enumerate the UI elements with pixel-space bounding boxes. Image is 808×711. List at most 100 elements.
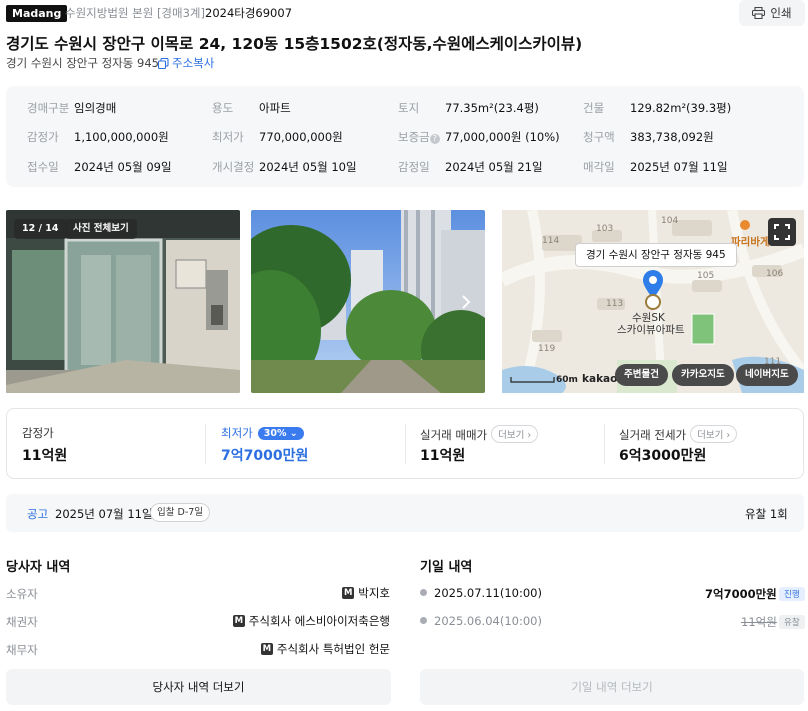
party-role-owner: 소유자 xyxy=(6,587,38,601)
place-name-sub: 스카이뷰아파트 xyxy=(617,324,685,336)
info-value-minimum: 770,000,000원 xyxy=(259,130,343,144)
building-number: 105 xyxy=(697,271,715,281)
party-owner: M 박지호 xyxy=(342,585,390,601)
trade-price-label-text: 실거래 매매가 xyxy=(420,428,488,442)
print-label: 인쇄 xyxy=(770,6,792,20)
info-label-deposit[interactable]: 보증금? xyxy=(398,129,440,145)
lease-price-more-button[interactable]: 더보기 › xyxy=(690,425,738,443)
info-value-received: 2024년 05월 09일 xyxy=(74,160,172,174)
next-photo-icon[interactable] xyxy=(461,294,471,310)
building-number: 114 xyxy=(542,236,560,246)
schedule-date: 2025.07.11(10:00) xyxy=(434,586,542,600)
building-number: 104 xyxy=(661,216,679,226)
fullscreen-button[interactable] xyxy=(768,218,796,246)
lease-price-label-text: 실거래 전세가 xyxy=(619,428,687,442)
schedule-dot-icon xyxy=(420,589,427,596)
jibun-address: 경기 수원시 장안구 정자동 945 xyxy=(6,56,159,70)
appraisal-price-label: 감정가 xyxy=(22,426,54,440)
minimum-price-value: 7억7000만원 xyxy=(221,448,309,464)
poi-name: 파리바게 xyxy=(731,236,770,248)
divider xyxy=(604,424,605,464)
parties-more-button[interactable]: 당사자 내역 더보기 xyxy=(6,669,391,705)
property-photo-exterior[interactable] xyxy=(251,210,485,393)
info-value-appraisal: 1,100,000,000원 xyxy=(74,130,169,144)
status-badge: 유찰 xyxy=(779,615,805,629)
party-creditor: M 주식회사 에스비아이저축은행 xyxy=(232,613,390,629)
info-value-type: 임의경매 xyxy=(74,101,117,115)
building-number: 103 xyxy=(596,224,614,234)
info-label-appraisal-date: 감정일 xyxy=(398,160,430,174)
copy-address-button[interactable]: 주소복사 xyxy=(158,55,214,71)
more-label: 더보기 xyxy=(697,430,724,441)
masked-name-icon: M xyxy=(342,587,355,599)
print-button[interactable]: 인쇄 xyxy=(739,0,805,26)
divider xyxy=(205,424,206,464)
party-role-debtor: 채무자 xyxy=(6,643,38,657)
info-label-usage: 용도 xyxy=(212,101,234,115)
lease-price-value: 6억3000만원 xyxy=(619,448,707,464)
view-all-photos-button[interactable]: 사진 전체보기 xyxy=(65,219,137,239)
printer-icon xyxy=(752,7,766,19)
schedule-date: 2025.06.04(10:00) xyxy=(434,614,542,628)
more-label: 더보기 xyxy=(498,430,525,441)
info-value-usage: 아파트 xyxy=(259,101,291,115)
map-scale: 60m xyxy=(556,375,578,385)
info-value-claim: 383,738,092원 xyxy=(630,130,714,144)
info-value-land: 77.35m²(23.4평) xyxy=(445,101,539,115)
info-value-deposit: 77,000,000원 (10%) xyxy=(445,130,560,144)
notice-date: 2025년 07월 11일 xyxy=(55,507,153,521)
info-label-sale-date: 매각일 xyxy=(583,160,615,174)
bakery-poi-icon xyxy=(740,220,750,230)
schedule-more-button[interactable]: 기일 내역 더보기 xyxy=(420,669,804,705)
apartment-marker-icon xyxy=(645,294,661,310)
discount-badge: 30% ⌄ xyxy=(257,427,304,440)
info-value-commencement: 2024년 05월 10일 xyxy=(259,160,357,174)
site-logo[interactable]: Madang xyxy=(6,5,68,22)
deposit-label-text: 보증금 xyxy=(398,130,430,144)
party-owner-name: 박지호 xyxy=(358,586,390,600)
trade-price-value: 11억원 xyxy=(420,448,466,464)
info-label-claim: 청구액 xyxy=(583,130,615,144)
trade-price-more-button[interactable]: 더보기 › xyxy=(491,425,539,443)
discount-badge-text: 30% xyxy=(263,428,287,439)
info-label-land: 토지 xyxy=(398,101,420,115)
building-number: 113 xyxy=(606,299,624,309)
kakao-logo: kakao xyxy=(582,373,618,385)
nearby-listings-button[interactable]: 주변물건 xyxy=(615,364,668,386)
info-label-commencement: 개시결정 xyxy=(212,160,255,174)
property-title: 경기도 수원시 장안구 이목로 24, 120동 15층1502호(정자동,수원… xyxy=(6,35,583,53)
masked-name-icon: M xyxy=(232,615,245,627)
info-value-appraisal-date: 2024년 05월 21일 xyxy=(445,160,543,174)
schedule-section-title: 기일 내역 xyxy=(420,560,473,575)
info-value-building: 129.82m²(39.3평) xyxy=(630,101,732,115)
notice-label: 공고 xyxy=(27,507,49,521)
party-role-creditor: 채권자 xyxy=(6,615,38,629)
copy-address-label: 주소복사 xyxy=(172,56,215,70)
lease-price-label: 실거래 전세가 더보기 › xyxy=(619,425,738,443)
status-badge: 진행 xyxy=(779,587,805,601)
info-label-received: 접수일 xyxy=(27,160,59,174)
expand-icon xyxy=(774,224,790,240)
schedule-price: 11억원 xyxy=(741,615,777,629)
info-label-type: 경매구분 xyxy=(27,101,70,115)
divider xyxy=(405,424,406,464)
parties-section-title: 당사자 내역 xyxy=(6,560,71,575)
building-number: 119 xyxy=(538,344,556,354)
masked-name-icon: M xyxy=(260,643,273,655)
schedule-dot-icon xyxy=(420,617,427,624)
info-label-appraisal: 감정가 xyxy=(27,130,59,144)
dday-badge: 입찰 D-7일 xyxy=(150,503,211,522)
naver-map-button[interactable]: 네이버지도 xyxy=(736,364,798,386)
case-number: 2024타경69007 xyxy=(205,6,293,20)
help-icon[interactable]: ? xyxy=(429,134,440,144)
failed-count: 유찰 1회 xyxy=(745,507,788,521)
schedule-price: 7억7000만원 xyxy=(705,587,777,601)
party-debtor: M 주식회사 특허법인 헌문 xyxy=(260,641,390,657)
address-bubble: 경기 수원시 장안구 정자동 945 xyxy=(575,243,737,267)
building-number: 106 xyxy=(766,269,784,279)
scale-bar-icon xyxy=(510,377,555,383)
kakao-map-button[interactable]: 카카오지도 xyxy=(672,364,734,386)
minimum-price-label-text: 최저가 xyxy=(221,426,253,440)
copy-icon xyxy=(158,57,169,69)
info-value-sale-date: 2025년 07월 11일 xyxy=(630,160,728,174)
